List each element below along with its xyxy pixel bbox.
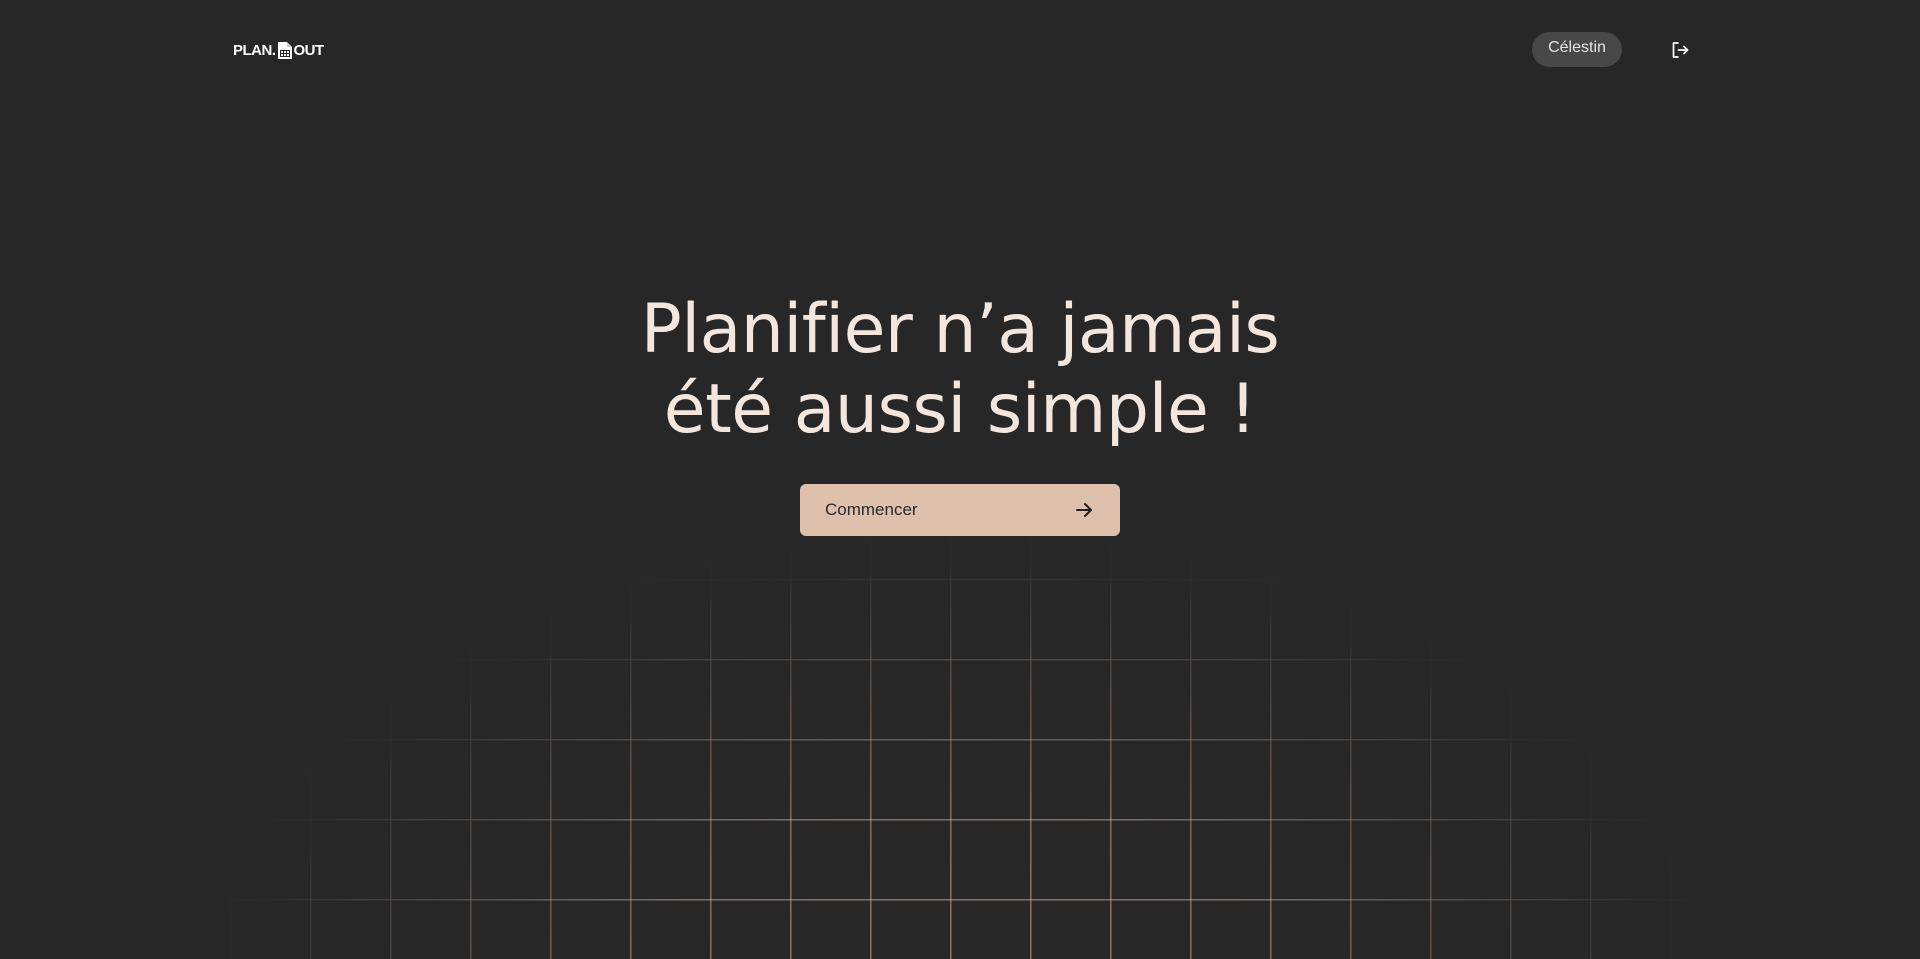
hero-title-line-2: été aussi simple ! <box>663 370 1257 449</box>
landing-page: PLAN. OUT Célestin Planifier n’a jamais … <box>0 0 1920 959</box>
logo-text-right: OUT <box>293 41 325 59</box>
hero-title-line-1: Planifier n’a jamais <box>640 290 1280 369</box>
logout-icon[interactable] <box>1668 38 1692 62</box>
hero-title: Planifier n’a jamais été aussi simple ! <box>560 290 1360 450</box>
calendar-doc-icon <box>277 41 292 59</box>
top-header: PLAN. OUT Célestin <box>0 0 1920 100</box>
arrow-right-icon <box>1076 503 1092 517</box>
start-button[interactable]: Commencer <box>800 484 1120 536</box>
brand-logo[interactable]: PLAN. OUT <box>233 40 324 60</box>
user-name-badge[interactable]: Célestin <box>1532 32 1622 67</box>
logo-text-left: PLAN. <box>233 41 276 59</box>
start-button-label: Commencer <box>825 500 918 519</box>
grid-background <box>0 0 1920 959</box>
